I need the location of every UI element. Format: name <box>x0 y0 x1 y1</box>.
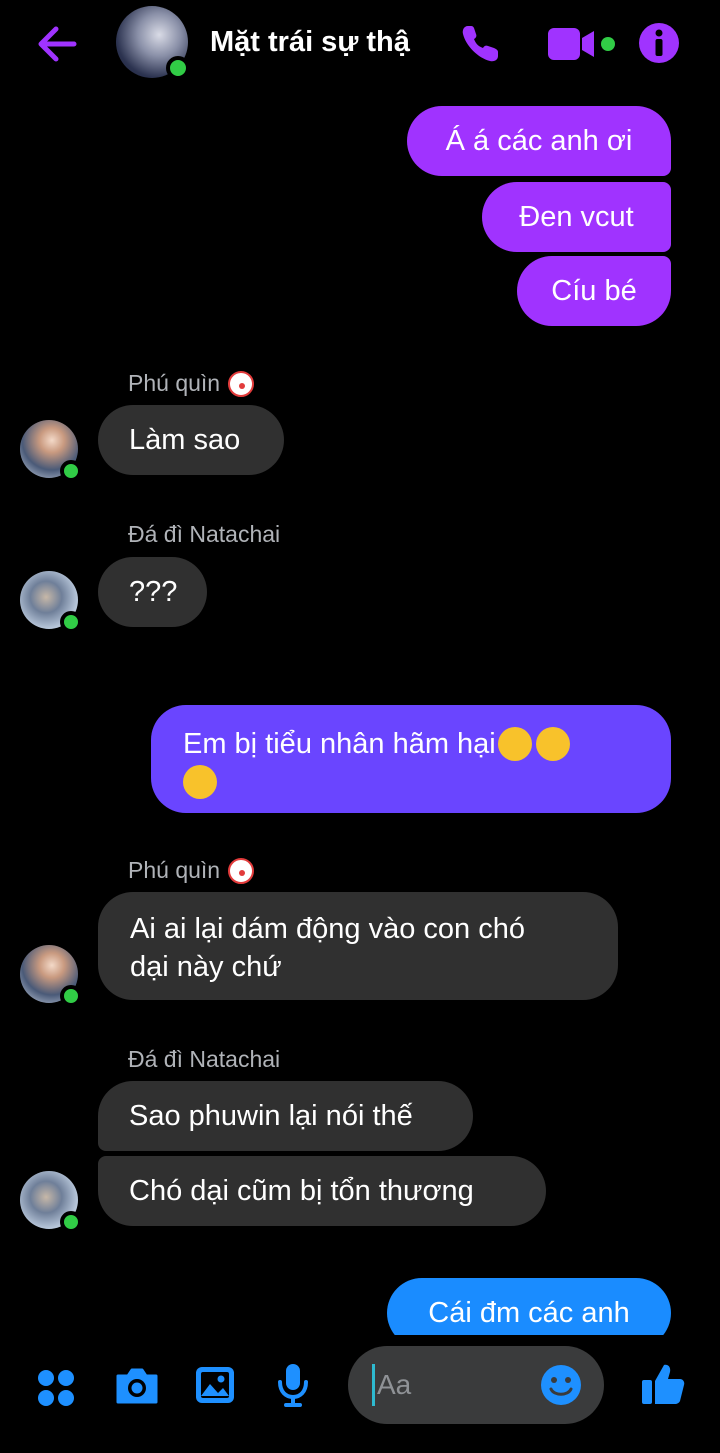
group-avatar[interactable] <box>116 6 190 80</box>
outgoing-message[interactable]: Đen vcut <box>482 182 671 252</box>
incoming-message[interactable]: Ai ai lại dám động vào con chó dại này c… <box>98 892 618 1000</box>
video-camera-icon[interactable] <box>546 26 618 62</box>
online-indicator <box>60 611 82 633</box>
sender-name: Đá đì Natachai <box>128 521 281 547</box>
phone-icon[interactable] <box>458 22 502 66</box>
message-input[interactable] <box>372 1364 532 1406</box>
outgoing-message[interactable]: Á á các anh ơi <box>407 106 671 176</box>
outgoing-message[interactable]: Em bị tiểu nhân hãm hại <box>151 705 671 813</box>
emoji-icon[interactable] <box>540 1364 582 1406</box>
crying-face-emoji <box>497 727 532 761</box>
thumbs-up-icon[interactable] <box>640 1361 686 1407</box>
microphone-icon[interactable] <box>276 1362 310 1408</box>
incoming-message[interactable]: Chó dại cũm bị tổn thương <box>98 1156 546 1226</box>
crying-face-emoji <box>183 765 217 799</box>
sender-name: Phú quìn <box>128 857 255 884</box>
sender-avatar[interactable] <box>20 945 82 1007</box>
info-icon[interactable] <box>638 22 680 64</box>
apps-grid-icon[interactable] <box>36 1368 76 1408</box>
sender-avatar[interactable] <box>20 1171 82 1233</box>
conversation-header: Mặt trái sự thậ <box>0 0 720 88</box>
online-indicator <box>60 1211 82 1233</box>
online-indicator <box>60 985 82 1007</box>
online-indicator <box>166 56 190 80</box>
outgoing-message[interactable]: Cíu bé <box>517 256 671 326</box>
sender-name: Đá đì Natachai <box>128 1046 281 1072</box>
sender-avatar[interactable] <box>20 420 82 482</box>
clown-emoji <box>228 857 255 884</box>
sender-name: Phú quìn <box>128 370 255 397</box>
incoming-message[interactable]: Làm sao <box>98 405 284 475</box>
gallery-icon[interactable] <box>194 1365 236 1405</box>
clown-emoji <box>228 370 255 397</box>
incoming-message[interactable]: Sao phuwin lại nói thế <box>98 1081 473 1151</box>
incoming-message[interactable]: ??? <box>98 557 207 627</box>
online-indicator <box>60 460 82 482</box>
sender-avatar[interactable] <box>20 571 82 633</box>
back-arrow-icon[interactable] <box>34 22 80 66</box>
message-composer <box>348 1346 604 1424</box>
camera-icon[interactable] <box>114 1366 160 1406</box>
conversation-title[interactable]: Mặt trái sự thậ <box>210 26 410 59</box>
crying-face-emoji <box>535 727 570 761</box>
